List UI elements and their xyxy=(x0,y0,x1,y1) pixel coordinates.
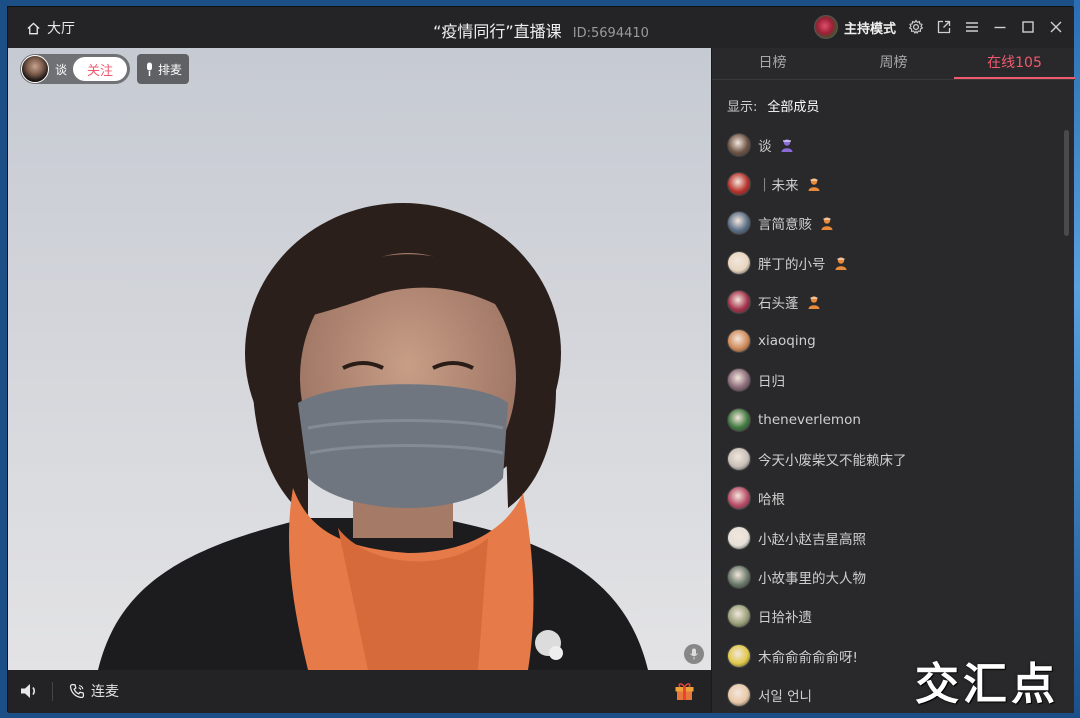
member-avatar[interactable] xyxy=(727,368,751,393)
member-avatar[interactable] xyxy=(727,525,751,550)
member-name: 木俞俞俞俞俞呀! xyxy=(758,649,858,666)
member-item[interactable]: 今天小废柴又不能赖床了 xyxy=(712,439,1062,478)
volume-icon[interactable] xyxy=(19,682,39,700)
mic-queue-label: 排麦 xyxy=(157,62,182,77)
connect-mic-label: 连麦 xyxy=(91,684,119,700)
member-name: 日拾补遗 xyxy=(758,610,812,627)
member-list: 谈 ｜未来言简意赅胖丁的小号石头蓬 xiaoqing 日归 theneverlemon 今… xyxy=(712,125,1062,714)
anchor-name: 谈 xyxy=(55,62,68,77)
member-name: 胖丁的小号 xyxy=(758,256,826,273)
audience-panel: 日榜 周榜 在线105 显示: 全部成员 谈 ｜未来言简意赅胖丁的小号石头蓬 xia… xyxy=(711,48,1075,714)
member-avatar[interactable] xyxy=(727,171,751,196)
member-item[interactable]: 胖丁的小号 xyxy=(712,243,1062,282)
bottom-toolbar: 连麦 xyxy=(8,670,711,713)
member-avatar[interactable] xyxy=(727,211,751,236)
maximize-icon[interactable] xyxy=(1020,19,1036,35)
settings-icon[interactable] xyxy=(908,19,924,35)
member-filter-select[interactable]: 全部成员 xyxy=(767,96,819,115)
follow-button[interactable]: 关注 xyxy=(73,57,128,81)
member-filter-label: 显示: xyxy=(727,100,758,115)
member-item[interactable]: 谈 xyxy=(712,125,1062,164)
member-name: 日归 xyxy=(758,374,785,391)
popout-icon[interactable] xyxy=(936,19,952,35)
member-name: 石头蓬 xyxy=(758,295,799,312)
member-avatar[interactable] xyxy=(727,132,751,157)
member-name: 谈 xyxy=(758,138,772,155)
member-avatar[interactable] xyxy=(727,447,751,472)
member-avatar[interactable] xyxy=(727,486,751,511)
anchor-avatar[interactable] xyxy=(21,55,49,83)
host-avatar[interactable] xyxy=(813,15,838,39)
desktop-background xyxy=(1074,0,1080,718)
member-item[interactable]: 言简意赅 xyxy=(712,204,1062,243)
member-avatar[interactable] xyxy=(727,407,751,432)
member-item[interactable]: ｜未来 xyxy=(712,164,1062,203)
member-name: ｜未来 xyxy=(758,177,799,194)
member-name: 小赵小赵吉星高照 xyxy=(758,531,866,548)
member-avatar[interactable] xyxy=(727,643,751,668)
mic-queue-button[interactable]: 排麦 xyxy=(137,54,189,84)
room-id: ID:5694410 xyxy=(572,26,649,41)
microphone-icon xyxy=(146,62,152,76)
admin-badge-icon xyxy=(833,255,849,271)
member-name: xiaoqing xyxy=(758,333,816,350)
host-mode-label[interactable]: 主持模式 xyxy=(844,18,896,37)
menu-icon[interactable] xyxy=(964,19,980,35)
member-avatar[interactable] xyxy=(727,564,751,589)
member-item[interactable]: 日拾补遗 xyxy=(712,597,1062,636)
close-icon[interactable] xyxy=(1048,19,1064,35)
course-title: “疫情同行”直播课 xyxy=(433,22,562,41)
member-avatar[interactable] xyxy=(727,289,751,314)
tab-online[interactable]: 在线105 xyxy=(954,48,1075,79)
connect-mic-button[interactable]: 连麦 xyxy=(69,681,119,701)
live-video[interactable]: 谈 关注 排麦 xyxy=(8,48,711,670)
admin-badge-icon xyxy=(819,215,835,231)
member-avatar[interactable] xyxy=(727,250,751,275)
title-bar: 大厅 “疫情同行”直播课 ID:5694410 主持模式 xyxy=(8,7,1074,48)
member-item[interactable]: 小故事里的大人物 xyxy=(712,557,1062,596)
admin-badge-icon xyxy=(806,294,822,310)
member-name: 서일 언니 xyxy=(758,688,812,705)
member-name: 今天小废柴又不能赖床了 xyxy=(758,453,907,470)
member-name: 言简意赅 xyxy=(758,217,812,234)
live-room-window: 大厅 “疫情同行”直播课 ID:5694410 主持模式 谈 关注 排麦 连麦 … xyxy=(7,6,1075,714)
member-avatar[interactable] xyxy=(727,329,751,354)
member-list-scrollbar[interactable] xyxy=(1064,130,1069,236)
ranking-tabs: 日榜 周榜 在线105 xyxy=(712,48,1075,80)
tab-daily-rank[interactable]: 日榜 xyxy=(712,48,833,79)
member-item[interactable]: 日归 xyxy=(712,361,1062,400)
member-name: theneverlemon xyxy=(758,411,861,428)
phone-icon xyxy=(69,683,85,699)
member-name: 哈根 xyxy=(758,492,785,509)
minimize-icon[interactable] xyxy=(992,19,1008,35)
member-item[interactable]: xiaoqing xyxy=(712,321,1062,360)
member-avatar[interactable] xyxy=(727,604,751,629)
member-item[interactable]: 哈根 xyxy=(712,479,1062,518)
member-avatar[interactable] xyxy=(727,682,751,707)
member-name: 小故事里的大人物 xyxy=(758,570,866,587)
admin-badge-icon xyxy=(806,176,822,192)
anchor-info: 谈 关注 xyxy=(20,54,131,84)
titlebar-controls: 主持模式 xyxy=(813,14,1064,40)
member-item[interactable]: theneverlemon xyxy=(712,400,1062,439)
presenter-video-frame xyxy=(8,48,711,670)
member-filter: 显示: 全部成员 xyxy=(727,96,819,115)
host-badge-icon xyxy=(779,137,795,153)
tab-weekly-rank[interactable]: 周榜 xyxy=(833,48,954,79)
member-item[interactable]: 石头蓬 xyxy=(712,282,1062,321)
watermark-logo: 交汇点 xyxy=(915,659,1059,710)
gift-icon[interactable] xyxy=(674,681,695,701)
mic-status-icon xyxy=(684,644,704,664)
toolbar-divider xyxy=(52,682,53,701)
member-item[interactable]: 小赵小赵吉星高照 xyxy=(712,518,1062,557)
